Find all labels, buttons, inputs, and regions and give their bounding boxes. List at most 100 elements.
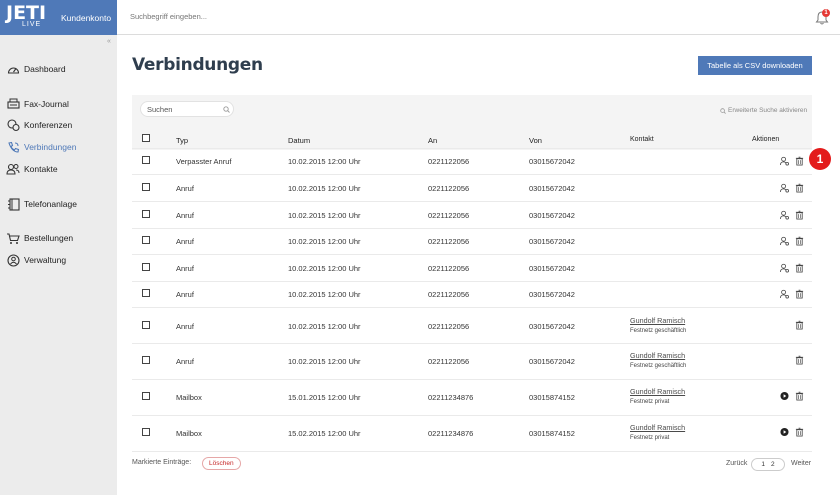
sidebar-item-dashboard[interactable]: Dashboard: [6, 62, 66, 76]
row-checkbox[interactable]: [142, 210, 150, 218]
add-contact-icon[interactable]: [780, 210, 789, 220]
sidebar-item-fax-journal[interactable]: Fax-Journal: [6, 97, 69, 111]
add-contact-icon[interactable]: [780, 236, 789, 246]
trash-icon[interactable]: [795, 391, 804, 401]
cell-an: 0221122056: [428, 184, 470, 193]
cell-an: 0221122056: [428, 290, 470, 299]
contact-link[interactable]: Gundolf Ramisch: [630, 387, 685, 396]
trash-icon[interactable]: [795, 236, 804, 246]
cell-an: 0221122056: [428, 157, 470, 166]
row-divider: [132, 451, 812, 452]
contact-link[interactable]: Gundolf Ramisch: [630, 351, 685, 360]
row-checkbox[interactable]: [142, 156, 150, 164]
play-icon[interactable]: [780, 427, 789, 437]
sidebar-item-telefonanlage[interactable]: Telefonanlage: [6, 197, 77, 211]
trash-icon[interactable]: [795, 210, 804, 220]
search-placeholder: Suchen: [147, 105, 173, 114]
column-header-von[interactable]: Von: [529, 136, 542, 145]
add-contact-icon[interactable]: [780, 263, 789, 273]
delete-selected-button[interactable]: Löschen: [202, 457, 241, 470]
row-divider: [132, 379, 812, 380]
contact-link[interactable]: Gundolf Ramisch: [630, 423, 685, 432]
logo[interactable]: JETI LIVE Kundenkonto: [0, 0, 117, 35]
cell-typ: Anruf: [176, 184, 194, 193]
column-header-aktionen: Aktionen: [752, 136, 780, 143]
sidebar-item-label: Kontakte: [24, 164, 58, 174]
sidebar-item-verwaltung[interactable]: Verwaltung: [6, 253, 66, 267]
add-contact-icon[interactable]: [780, 156, 789, 166]
row-checkbox[interactable]: [142, 392, 150, 400]
row-divider: [132, 174, 812, 175]
advanced-search-link[interactable]: Erweiterte Suche aktivieren: [720, 107, 807, 114]
row-checkbox[interactable]: [142, 356, 150, 364]
cell-von: 03015672042: [529, 290, 575, 299]
trash-icon[interactable]: [795, 263, 804, 273]
add-contact-icon[interactable]: [780, 289, 789, 299]
cell-datum: 10.02.2015 12:00 Uhr: [288, 322, 361, 331]
sidebar-item-konferenzen[interactable]: Konferenzen: [6, 118, 72, 132]
row-checkbox[interactable]: [142, 321, 150, 329]
cell-typ: Anruf: [176, 264, 194, 273]
cell-von: 03015672042: [529, 237, 575, 246]
column-header-an[interactable]: An: [428, 136, 437, 145]
row-checkbox[interactable]: [142, 428, 150, 436]
global-search-input[interactable]: [130, 12, 330, 21]
select-all-checkbox[interactable]: [142, 134, 150, 142]
column-header-kontakt[interactable]: Kontakt: [630, 136, 654, 143]
sidebar-item-verbindungen[interactable]: Verbindungen: [6, 140, 76, 154]
row-checkbox[interactable]: [142, 183, 150, 191]
cell-an: 0221122056: [428, 211, 470, 220]
collapse-sidebar-icon[interactable]: «: [107, 38, 111, 45]
cell-typ: Anruf: [176, 357, 194, 366]
csv-download-button[interactable]: Tabelle als CSV downloaden: [698, 56, 812, 75]
cell-von: 03015672042: [529, 357, 575, 366]
page-link[interactable]: 1: [761, 461, 765, 468]
row-checkbox[interactable]: [142, 263, 150, 271]
search-icon[interactable]: [223, 106, 230, 113]
top-bar: [0, 0, 840, 35]
cell-typ: Anruf: [176, 211, 194, 220]
table-search-input[interactable]: Suchen: [140, 101, 234, 117]
pagination-next[interactable]: Weiter: [791, 460, 811, 467]
column-header-datum[interactable]: Datum: [288, 136, 310, 145]
column-header-typ[interactable]: Typ: [176, 136, 188, 145]
cell-an: 0221122056: [428, 264, 470, 273]
sidebar-item-bestellungen[interactable]: Bestellungen: [6, 231, 73, 245]
trash-icon[interactable]: [795, 156, 804, 166]
page-link[interactable]: 2: [771, 461, 775, 468]
row-divider: [132, 415, 812, 416]
table-toolbar: [132, 95, 812, 150]
trash-icon[interactable]: [795, 320, 804, 330]
trash-icon[interactable]: [795, 289, 804, 299]
trash-icon[interactable]: [795, 427, 804, 437]
row-divider: [132, 281, 812, 282]
row-checkbox[interactable]: [142, 289, 150, 297]
contact-link[interactable]: Gundolf Ramisch: [630, 316, 685, 325]
row-divider: [132, 307, 812, 308]
row-checkbox[interactable]: [142, 236, 150, 244]
cell-typ: Anruf: [176, 290, 194, 299]
sidebar-item-kontakte[interactable]: Kontakte: [6, 162, 58, 176]
cell-von: 03015672042: [529, 211, 575, 220]
pagination-pages: 1 2: [751, 458, 785, 471]
add-contact-icon[interactable]: [780, 183, 789, 193]
sidebar-item-label: Verbindungen: [24, 142, 77, 152]
row-divider: [132, 228, 812, 229]
cell-datum: 15.02.2015 12:00 Uhr: [288, 429, 361, 438]
contacts-icon: [6, 162, 20, 176]
trash-icon[interactable]: [795, 183, 804, 193]
fax-icon: [6, 97, 20, 111]
conference-icon: [6, 118, 20, 132]
cell-datum: 10.02.2015 12:00 Uhr: [288, 184, 361, 193]
trash-icon[interactable]: [795, 355, 804, 365]
cell-datum: 15.01.2015 12:00 Uhr: [288, 393, 361, 402]
cell-an: 0221122056: [428, 237, 470, 246]
row-divider: [132, 148, 812, 149]
play-icon[interactable]: [780, 391, 789, 401]
contact-type: Festnetz privat: [630, 399, 670, 405]
row-divider: [132, 201, 812, 202]
cell-an: 02211234876: [428, 429, 474, 438]
pagination-prev[interactable]: Zurück: [726, 460, 747, 467]
logo-sub: LIVE: [22, 21, 42, 28]
search-icon: [720, 107, 726, 114]
